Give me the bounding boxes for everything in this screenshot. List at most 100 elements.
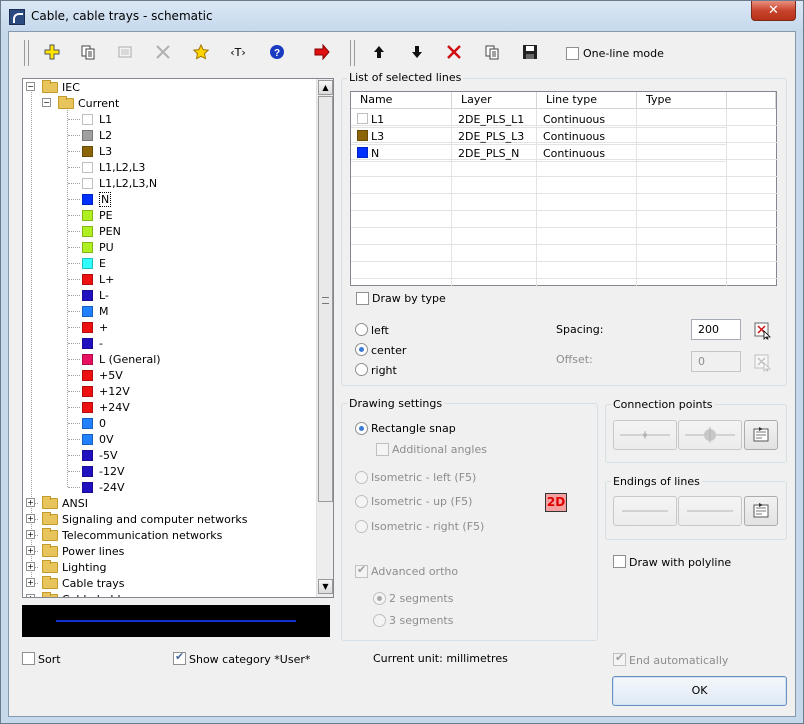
col-header-line-type[interactable]: Line type [537,92,637,109]
mode-2d-badge[interactable]: 2D [545,493,567,512]
line-category-tree[interactable]: − IEC − Current L1 L2 L3 L1,L2,L3 L1,L2,L3,N N PE P… [22,78,334,598]
tree-leaf-line-type[interactable]: L3 [82,143,112,159]
expand-icon[interactable]: + [26,594,35,597]
expand-icon[interactable]: + [26,530,35,539]
table-cell-layer[interactable]: 2DE_PLS_N [452,145,537,162]
copy-button[interactable] [76,40,100,64]
spacing-input[interactable]: 200 [691,319,741,340]
table-cell-line-type[interactable]: Continuous [537,128,637,145]
table-cell-type[interactable] [637,111,727,128]
connection-points-settings-button[interactable] [744,420,778,450]
sort-checkbox[interactable] [22,652,35,665]
tree-node-iec[interactable]: − IEC [26,79,80,95]
tree-node-category[interactable]: + Lighting [26,559,106,575]
tree-leaf-line-type[interactable]: L+ [82,271,114,287]
tree-leaf-line-type[interactable]: L (General) [82,351,161,367]
tree-node-category[interactable]: + ANSI [26,495,88,511]
help-button[interactable]: ? [265,40,289,64]
close-button[interactable]: ✕ [751,1,796,21]
expand-icon[interactable]: + [26,498,35,507]
tree-leaf-line-type[interactable]: 0 [82,415,106,431]
tree-leaf-line-type[interactable]: E [82,255,106,271]
offset-pick-button[interactable] [754,354,772,372]
expand-icon[interactable]: + [26,546,35,555]
col-header-type[interactable]: Type [637,92,727,109]
tree-leaf-line-type[interactable]: L1,L2,L3 [82,159,145,175]
add-button[interactable] [40,40,64,64]
insert-arrow-button[interactable] [310,40,334,64]
tree-node-category[interactable]: + Telecommunication networks [26,527,222,543]
tree-leaf-line-type[interactable]: +5V [82,367,123,383]
endings-settings-button[interactable] [744,496,778,526]
col-header-name[interactable]: Name [351,92,452,109]
spacing-pick-button[interactable] [754,322,772,340]
two-segments-radio[interactable] [373,592,386,605]
delete-button-disabled[interactable] [151,40,175,64]
offset-input[interactable]: 0 [691,351,741,372]
tree-leaf-line-type[interactable]: -12V [82,463,125,479]
table-cell-name[interactable]: N [351,145,452,162]
toolbar-grip-2[interactable] [350,40,355,66]
end-automatically-checkbox[interactable] [613,651,626,666]
tree-leaf-line-type[interactable]: L1 [82,111,112,127]
one-line-mode-checkbox[interactable] [566,47,579,60]
tree-leaf-line-type[interactable]: + [82,319,108,335]
tree-scrollbar[interactable]: ▲ ▼ [316,79,333,597]
tree-leaf-line-type[interactable]: N [82,191,112,207]
table-cell-name[interactable]: L3 [351,128,452,145]
advanced-ortho-checkbox[interactable] [355,563,368,578]
tree-leaf-line-type[interactable]: PEN [82,223,121,239]
tree-leaf-line-type[interactable]: L1,L2,L3,N [82,175,157,191]
iso-left-radio[interactable] [355,471,368,484]
three-segments-radio[interactable] [373,614,386,627]
table-cell-layer[interactable]: 2DE_PLS_L1 [452,111,537,128]
iso-right-radio[interactable] [355,520,368,533]
table-cell-layer[interactable]: 2DE_PLS_L3 [452,128,537,145]
collapse-icon[interactable]: − [26,82,35,91]
align-left-radio[interactable] [355,323,368,336]
table-cell-line-type[interactable]: Continuous [537,111,637,128]
remove-line-button[interactable] [442,40,466,64]
title-bar[interactable]: Cable, cable trays - schematic ✕ [1,1,803,31]
line-end-ending-button[interactable] [678,496,742,526]
copy-line-button[interactable] [480,40,504,64]
tree-leaf-line-type[interactable]: - [82,335,103,351]
scroll-down-button[interactable]: ▼ [318,579,333,594]
expand-icon[interactable]: + [26,562,35,571]
table-cell-line-type[interactable]: Continuous [537,145,637,162]
move-down-button[interactable] [405,40,429,64]
expand-icon[interactable]: + [26,514,35,523]
col-header-layer[interactable]: Layer [452,92,537,109]
align-right-radio[interactable] [355,363,368,376]
tree-node-category[interactable]: + Cable holders [26,591,138,597]
line-start-ending-button[interactable] [613,496,677,526]
table-cell-name[interactable]: L1 [351,111,452,128]
favorite-button[interactable] [189,40,213,64]
tree-node-category[interactable]: + Signaling and computer networks [26,511,247,527]
table-cell-type[interactable] [637,145,727,162]
draw-with-polyline-checkbox[interactable] [613,555,626,568]
ok-button[interactable]: OK [612,676,787,706]
tree-leaf-line-type[interactable]: M [82,303,109,319]
scroll-thumb[interactable] [318,96,333,502]
connection-point-large-button[interactable] [678,420,742,450]
save-button[interactable] [518,40,542,64]
table-cell-type[interactable] [637,128,727,145]
tree-leaf-line-type[interactable]: +24V [82,399,130,415]
tree-leaf-line-type[interactable]: +12V [82,383,130,399]
tree-leaf-line-type[interactable]: L2 [82,127,112,143]
tree-node-category[interactable]: + Power lines [26,543,124,559]
show-category-checkbox[interactable] [173,650,186,665]
tree-leaf-line-type[interactable]: PU [82,239,114,255]
iso-up-radio[interactable] [355,495,368,508]
move-up-button[interactable] [367,40,391,64]
tree-leaf-line-type[interactable]: 0V [82,431,114,447]
tree-leaf-line-type[interactable]: -5V [82,447,118,463]
connection-point-small-button[interactable] [613,420,677,450]
scroll-up-button[interactable]: ▲ [318,80,333,95]
align-center-radio[interactable] [355,343,368,356]
tree-leaf-line-type[interactable]: -24V [82,479,125,495]
tree-node-category[interactable]: + Cable trays [26,575,125,591]
toolbar-grip[interactable] [24,40,29,66]
tree-leaf-line-type[interactable]: L- [82,287,109,303]
